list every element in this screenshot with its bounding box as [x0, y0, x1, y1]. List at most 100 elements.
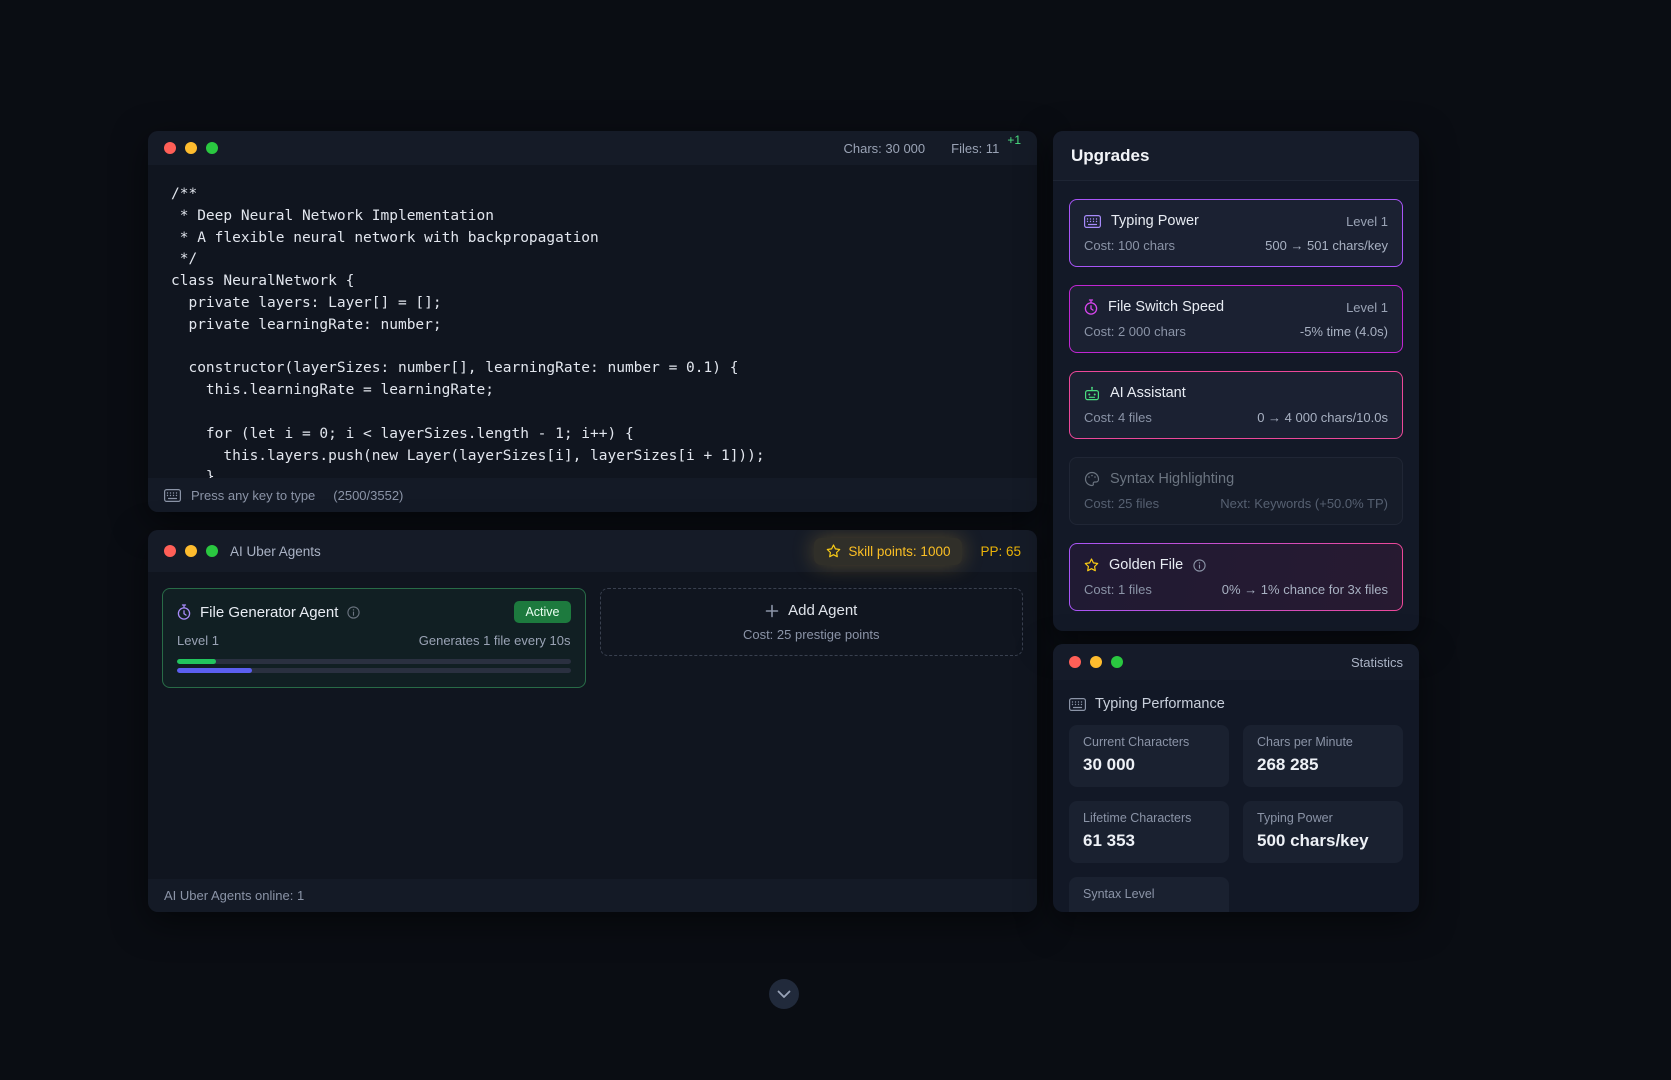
- stat-current-characters: Current Characters 30 000: [1069, 725, 1229, 787]
- upgrade-cost: Cost: 2 000 chars: [1084, 324, 1186, 339]
- upgrade-name: File Switch Speed: [1108, 299, 1224, 315]
- zoom-button[interactable]: [1111, 656, 1123, 668]
- stat-lifetime-characters: Lifetime Characters 61 353: [1069, 801, 1229, 863]
- statistics-titlebar: Statistics: [1053, 644, 1419, 680]
- stat-label: Chars per Minute: [1257, 735, 1389, 749]
- chevron-down-icon: [777, 990, 791, 999]
- upgrade-syntax-highlighting[interactable]: Syntax Highlighting Cost: 25 files Next:…: [1069, 457, 1403, 525]
- close-button[interactable]: [164, 545, 176, 557]
- agents-content: File Generator Agent Active Level 1 Gene…: [148, 572, 1037, 704]
- editor-titlebar: Chars: 30 000 Files: 11 +1: [148, 131, 1037, 165]
- zoom-button[interactable]: [206, 545, 218, 557]
- editor-statusbar: Press any key to type (2500/3552): [148, 478, 1037, 512]
- window-controls: [164, 142, 218, 154]
- stat-syntax-level: Syntax Level: [1069, 877, 1229, 912]
- typing-progress: (2500/3552): [333, 488, 403, 503]
- window-controls: [1069, 656, 1123, 668]
- upgrade-effect: Next: Keywords (+50.0% TP): [1220, 496, 1388, 511]
- add-agent-label: Add Agent: [788, 602, 857, 619]
- upgrade-effect: -5% time (4.0s): [1300, 324, 1388, 339]
- plus-icon: [765, 604, 779, 618]
- files-counter: Files: 11: [951, 141, 999, 156]
- upgrade-ai-assistant[interactable]: AI Assistant Cost: 4 files 0 → 4 000 cha…: [1069, 371, 1403, 439]
- zoom-button[interactable]: [206, 142, 218, 154]
- stat-label: Typing Power: [1257, 811, 1389, 825]
- upgrade-level: Level 1: [1346, 300, 1388, 315]
- statistics-grid: Current Characters 30 000 Chars per Minu…: [1053, 725, 1419, 912]
- upgrade-file-switch-speed[interactable]: File Switch Speed Level 1 Cost: 2 000 ch…: [1069, 285, 1403, 353]
- agent-timer-icon: [177, 604, 191, 620]
- game-screen: Chars: 30 000 Files: 11 +1 /** * Deep Ne…: [0, 0, 1671, 1080]
- upgrade-golden-file[interactable]: Golden File Cost: 1 files 0% → 1% chance…: [1069, 543, 1403, 611]
- statistics-window-title: Statistics: [1351, 655, 1403, 670]
- typing-hint: Press any key to type: [191, 488, 315, 503]
- info-icon[interactable]: [347, 606, 360, 619]
- keyboard-icon: [164, 489, 181, 502]
- files-increment-badge: +1: [1007, 133, 1021, 147]
- keyboard-icon: [1084, 215, 1101, 228]
- upgrade-name: Golden File: [1109, 557, 1183, 573]
- typing-performance-header: Typing Performance: [1053, 680, 1419, 725]
- close-button[interactable]: [164, 142, 176, 154]
- upgrade-cost: Cost: 4 files: [1084, 410, 1152, 425]
- editor-counters: Chars: 30 000 Files: 11 +1: [843, 141, 1021, 156]
- upgrade-cost: Cost: 25 files: [1084, 496, 1159, 511]
- agent-level: Level 1: [177, 633, 219, 648]
- upgrade-name: Typing Power: [1111, 213, 1199, 229]
- upgrade-name: Syntax Highlighting: [1110, 471, 1234, 487]
- robot-icon: [1084, 386, 1100, 401]
- star-icon: [826, 544, 841, 558]
- level-progress-fill: [177, 668, 252, 673]
- palette-icon: [1084, 471, 1100, 487]
- agents-online-label: AI Uber Agents online: 1: [164, 888, 304, 903]
- upgrades-panel: Upgrades Typing Power Level 1 Cost: 100 …: [1053, 131, 1419, 631]
- add-agent-cost: Cost: 25 prestige points: [615, 627, 1009, 642]
- star-icon: [1084, 558, 1099, 572]
- window-controls: [164, 545, 218, 557]
- statistics-window: Statistics Typing Performance Current Ch…: [1053, 644, 1419, 912]
- prestige-points-label: PP: 65: [980, 544, 1021, 559]
- stat-label: Syntax Level: [1083, 887, 1215, 901]
- scroll-down-button[interactable]: [769, 979, 799, 1009]
- agent-status-badge: Active: [514, 601, 570, 623]
- skill-points-badge: Skill points: 1000: [814, 538, 962, 565]
- upgrade-name: AI Assistant: [1110, 385, 1186, 401]
- level-progress-bar: [177, 668, 571, 673]
- chars-counter: Chars: 30 000: [843, 141, 925, 156]
- upgrade-cost: Cost: 1 files: [1084, 582, 1152, 597]
- stat-label: Current Characters: [1083, 735, 1215, 749]
- skill-points-label: Skill points: 1000: [848, 544, 950, 559]
- add-agent-button[interactable]: Add Agent Cost: 25 prestige points: [600, 588, 1024, 656]
- file-generator-agent-card[interactable]: File Generator Agent Active Level 1 Gene…: [162, 588, 586, 688]
- agent-name: File Generator Agent: [200, 604, 338, 621]
- editor-window: Chars: 30 000 Files: 11 +1 /** * Deep Ne…: [148, 131, 1037, 512]
- agents-titlebar: AI Uber Agents Skill points: 1000 PP: 65: [148, 530, 1037, 572]
- agents-window-title: AI Uber Agents: [230, 544, 321, 559]
- agents-footer: AI Uber Agents online: 1: [148, 879, 1037, 912]
- stopwatch-icon: [1084, 299, 1098, 315]
- upgrades-title: Upgrades: [1053, 131, 1419, 181]
- agent-rate: Generates 1 file every 10s: [419, 633, 571, 648]
- upgrade-effect: 0 → 4 000 chars/10.0s: [1257, 410, 1388, 425]
- stat-chars-per-minute: Chars per Minute 268 285: [1243, 725, 1403, 787]
- code-editor[interactable]: /** * Deep Neural Network Implementation…: [148, 165, 1037, 478]
- file-progress-fill: [177, 659, 216, 664]
- stat-label: Lifetime Characters: [1083, 811, 1215, 825]
- stat-value: 61 353: [1083, 831, 1215, 851]
- close-button[interactable]: [1069, 656, 1081, 668]
- upgrade-cost: Cost: 100 chars: [1084, 238, 1175, 253]
- keyboard-icon: [1069, 698, 1086, 711]
- upgrade-typing-power[interactable]: Typing Power Level 1 Cost: 100 chars 500…: [1069, 199, 1403, 267]
- agents-window: AI Uber Agents Skill points: 1000 PP: 65: [148, 530, 1037, 912]
- minimize-button[interactable]: [185, 545, 197, 557]
- minimize-button[interactable]: [1090, 656, 1102, 668]
- file-progress-bar: [177, 659, 571, 664]
- stat-value: 30 000: [1083, 755, 1215, 775]
- minimize-button[interactable]: [185, 142, 197, 154]
- info-icon[interactable]: [1193, 559, 1206, 572]
- upgrade-level: Level 1: [1346, 214, 1388, 229]
- stat-value: 268 285: [1257, 755, 1389, 775]
- upgrade-effect: 0% → 1% chance for 3x files: [1222, 582, 1388, 597]
- upgrade-effect: 500 → 501 chars/key: [1265, 238, 1388, 253]
- stat-value: 500 chars/key: [1257, 831, 1389, 851]
